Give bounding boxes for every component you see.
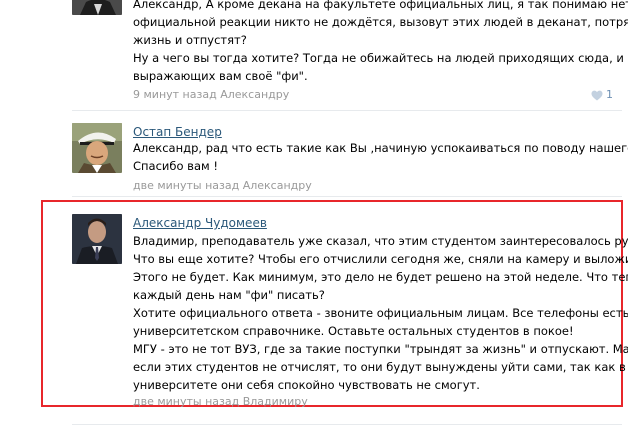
comment-text: Владимир, преподаватель уже сказал, что … xyxy=(133,232,628,394)
avatar-photo-icon xyxy=(72,214,122,264)
reply-to-link[interactable]: Александру xyxy=(220,88,289,101)
comment-line: университетском справочнике. Оставьте ос… xyxy=(133,324,574,338)
comment-meta: две минуты назад Владимиру xyxy=(133,395,308,409)
avatar-photo-icon xyxy=(72,0,122,15)
comment-line: университете они себя спокойно чувствова… xyxy=(133,378,480,392)
avatar[interactable] xyxy=(72,123,122,173)
comment-meta: две минуты назад Александру xyxy=(133,179,312,193)
timestamp-link[interactable]: 9 минут назад xyxy=(133,88,217,101)
comment-line: официальной реакции никто не дождётся, в… xyxy=(133,15,628,29)
comment-text: Александр, А кроме декана на факультете … xyxy=(133,0,628,85)
comment-feed: Александр, А кроме декана на факультете … xyxy=(0,0,640,431)
comment-meta: 9 минут назад Александру xyxy=(133,88,289,102)
heart-icon xyxy=(591,90,603,100)
comment-line: Владимир, преподаватель уже сказал, что … xyxy=(133,234,628,248)
like-count: 1 xyxy=(606,88,613,101)
comment-3: Александр Чудомеев Владимир, преподавате… xyxy=(0,197,640,411)
avatar-photo-icon xyxy=(72,123,122,173)
author-name-link[interactable]: Александр Чудомеев xyxy=(133,216,267,230)
divider xyxy=(72,424,622,425)
timestamp-link[interactable]: две минуты назад xyxy=(133,179,239,192)
author-name-link[interactable]: Остап Бендер xyxy=(133,125,222,139)
avatar[interactable] xyxy=(72,0,122,15)
avatar[interactable] xyxy=(72,214,122,264)
comment-2: Остап Бендер Александр, рад что есть так… xyxy=(0,111,640,197)
comment-line: выражающих вам своё "фи". xyxy=(133,69,308,83)
comment-line: Александр, рад что есть такие как Вы ,на… xyxy=(133,141,628,155)
comment-line: МГУ - это не тот ВУЗ, где за такие посту… xyxy=(133,342,628,356)
comment-line: Этого не будет. Как минимум, это дело не… xyxy=(133,270,628,284)
comment-line: жизнь и отпустят? xyxy=(133,33,247,47)
comment-1: Александр, А кроме декана на факультете … xyxy=(0,0,640,111)
comment-line: Спасибо вам ! xyxy=(133,159,218,173)
reply-to-link[interactable]: Владимиру xyxy=(243,395,308,408)
comment-line: Что вы еще хотите? Чтобы его отчислили с… xyxy=(133,252,628,266)
comment-line: Ну а чего вы тогда хотите? Тогда не обиж… xyxy=(133,51,624,65)
comment-line: каждый день нам "фи" писать? xyxy=(133,288,325,302)
reply-to-link[interactable]: Александру xyxy=(243,179,312,192)
comment-line: Хотите официального ответа - звоните офи… xyxy=(133,306,628,320)
comment-line: если этих студентов не отчислят, то они … xyxy=(133,360,626,374)
like-button[interactable]: 1 xyxy=(591,88,613,102)
comment-text: Александр, рад что есть такие как Вы ,на… xyxy=(133,139,628,175)
timestamp-link[interactable]: две минуты назад xyxy=(133,395,239,408)
comment-line: Александр, А кроме декана на факультете … xyxy=(133,0,628,11)
